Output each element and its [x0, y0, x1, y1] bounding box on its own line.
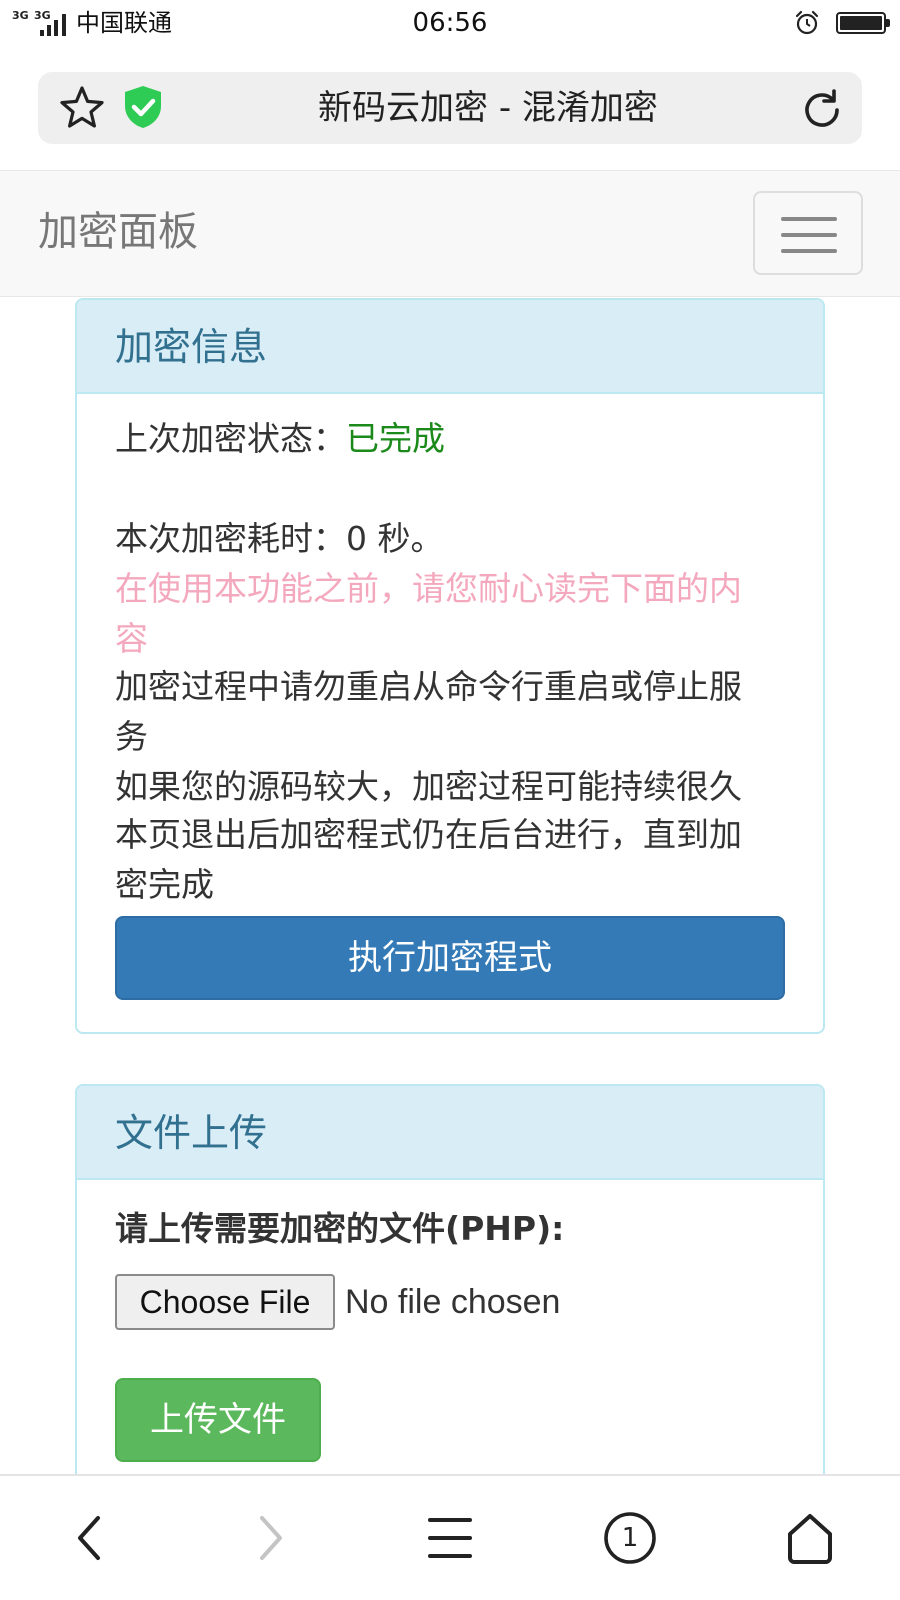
- shield-icon: [125, 86, 161, 128]
- tabs-icon[interactable]: 1: [600, 1508, 660, 1568]
- last-status-value: 已完成: [346, 419, 445, 458]
- navbar-toggle-button[interactable]: [753, 191, 863, 275]
- back-icon[interactable]: [60, 1508, 120, 1568]
- status-time: 06:56: [412, 8, 488, 38]
- duration-text: 本次加密耗时：0 秒。: [115, 519, 444, 558]
- note-restart-line2: 务: [115, 717, 148, 756]
- last-status-label: 上次加密状态：: [115, 419, 346, 458]
- page-title: 新码云加密 - 混淆加密: [318, 88, 658, 128]
- status-bar: 3G 3G 中国联通 06:56: [0, 0, 900, 50]
- last-status-line: 上次加密状态：已完成: [115, 414, 785, 464]
- note-large-source: 如果您的源码较大，加密过程可能持续很久: [115, 767, 742, 806]
- note-background-line1: 本页退出后加密程式仍在后台进行，直到加: [115, 815, 742, 854]
- forward-icon[interactable]: [240, 1508, 300, 1568]
- reload-icon[interactable]: [798, 86, 846, 134]
- address-bar[interactable]: 新码云加密 - 混淆加密: [38, 72, 862, 144]
- warning-text-line2: 容: [115, 619, 148, 658]
- run-encryption-button[interactable]: 执行加密程式: [115, 916, 785, 1000]
- star-icon[interactable]: [58, 84, 106, 132]
- no-file-text: No file chosen: [345, 1283, 561, 1321]
- note-restart-line1: 加密过程中请勿重启从命令行重启或停止服: [115, 667, 742, 706]
- panel-title: 文件上传: [115, 1111, 268, 1155]
- alarm-icon: [795, 10, 819, 35]
- panel-heading: 文件上传: [77, 1086, 823, 1180]
- menu-icon[interactable]: [420, 1508, 480, 1568]
- file-upload-panel: 文件上传 请上传需要加密的文件(PHP): Choose File No fil…: [75, 1084, 825, 1504]
- navbar-brand[interactable]: 加密面板: [38, 207, 198, 257]
- tab-count: 1: [621, 1523, 639, 1553]
- warning-text-line1: 在使用本功能之前，请您耐心读完下面的内: [115, 569, 742, 608]
- panel-heading: 加密信息: [77, 300, 823, 394]
- encryption-info-panel: 加密信息 上次加密状态：已完成 本次加密耗时：0 秒。 在使用本功能之前，请您耐…: [75, 298, 825, 1034]
- hamburger-icon: [781, 217, 837, 221]
- upload-label: 请上传需要加密的文件(PHP):: [115, 1209, 565, 1248]
- screen: 3G 3G 中国联通 06:56 新码云加密 - 混淆加密 加密面板 加密信息 …: [0, 0, 900, 1600]
- battery-icon: [836, 12, 890, 34]
- panel-title: 加密信息: [115, 325, 268, 369]
- browser-toolbar: 1: [0, 1474, 900, 1600]
- home-icon[interactable]: [780, 1508, 840, 1568]
- choose-file-button[interactable]: Choose File: [115, 1274, 335, 1330]
- note-background-line2: 密完成: [115, 865, 214, 904]
- upload-file-button[interactable]: 上传文件: [115, 1378, 321, 1462]
- navbar: 加密面板: [0, 170, 900, 297]
